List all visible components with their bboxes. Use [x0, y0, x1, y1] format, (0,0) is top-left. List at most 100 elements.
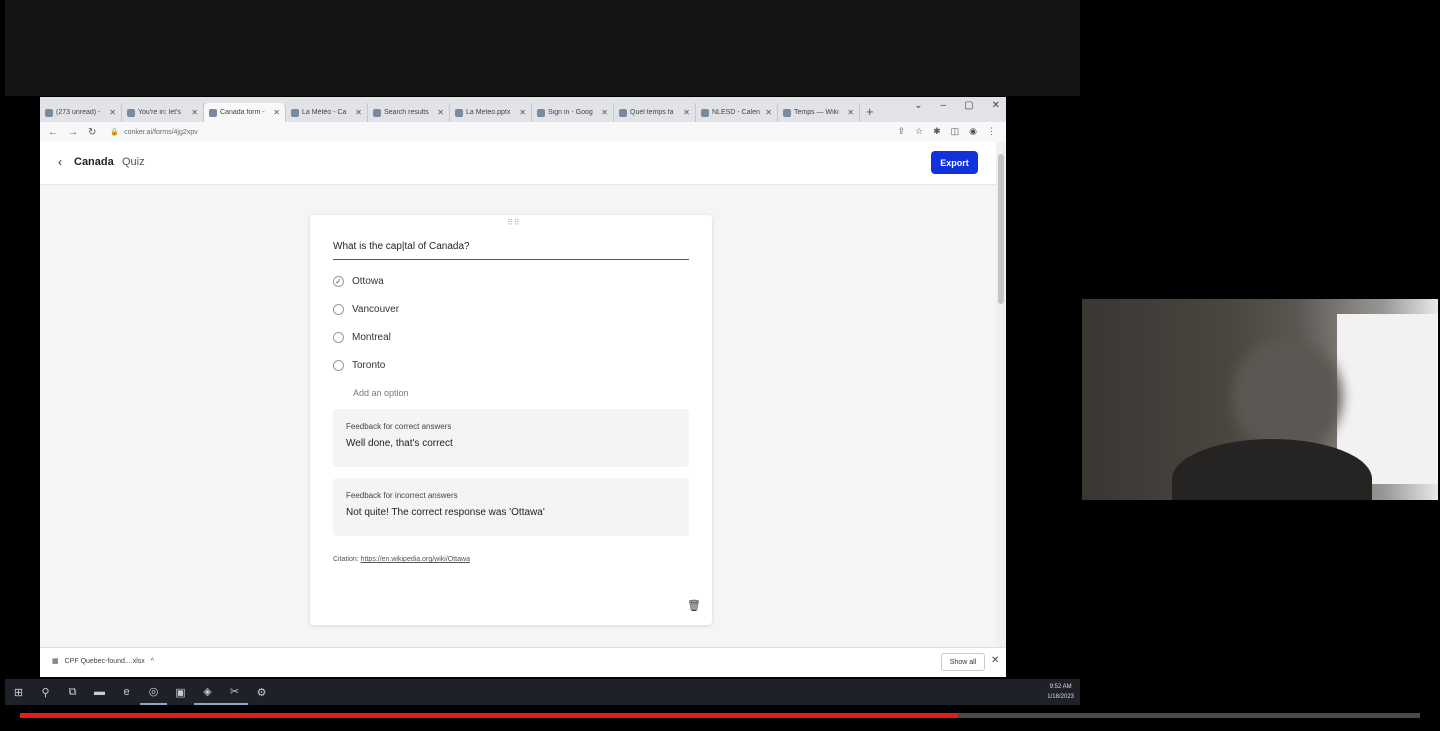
download-filename[interactable]: CPF Quebec-found....xlsx [65, 658, 145, 665]
question-card: ⠿⠿ What is the cap|tal of Canada? ✓ Otto… [310, 215, 712, 625]
tab-favicon-icon [537, 108, 545, 117]
chrome-icon[interactable]: ◎ [140, 679, 167, 705]
download-item[interactable]: ▦ CPF Quebec-found....xlsx ^ [52, 657, 154, 666]
extensions-icon[interactable]: ✱ [933, 126, 941, 137]
tab-close-icon[interactable]: ✕ [519, 108, 526, 117]
tab-close-icon[interactable]: ✕ [601, 108, 608, 117]
tab-favicon-icon [455, 108, 463, 117]
tab-strip: (273 unread) - ✕ You're in: let's ✕ Canada f… [40, 97, 1006, 122]
clock-date: 1/18/2023 [1047, 694, 1074, 700]
export-button[interactable]: Export [931, 151, 978, 174]
option-item[interactable]: Montreal [333, 332, 391, 343]
tab-favicon-icon [619, 108, 627, 117]
forward-arrow-icon[interactable]: → [68, 127, 78, 138]
close-window-button[interactable]: ✕ [992, 100, 1000, 111]
profile-avatar-icon[interactable]: ◉ [969, 126, 977, 137]
share-icon[interactable]: ⇪ [897, 126, 905, 137]
citation-label: Citation: [333, 556, 359, 563]
browser-tab[interactable]: NLESD - Calen ✕ [696, 103, 778, 122]
option-label[interactable]: Vancouver [352, 304, 399, 315]
new-tab-button[interactable]: + [866, 104, 874, 119]
tab-close-icon[interactable]: ✕ [683, 108, 690, 117]
settings-gear-icon[interactable]: ⚙ [248, 679, 275, 705]
close-icon[interactable]: ✕ [991, 655, 999, 666]
maximize-button[interactable]: ▢ [964, 100, 973, 111]
option-item[interactable]: ✓ Ottowa [333, 276, 384, 287]
option-label[interactable]: Ottowa [352, 276, 384, 287]
windows-start-icon[interactable]: ⊞ [5, 679, 32, 705]
tab-title: NLESD - Calen [712, 109, 760, 116]
browser-tab[interactable]: Canada form - ✕ [204, 103, 286, 122]
scrollbar-thumb[interactable] [998, 154, 1004, 304]
option-item[interactable]: Vancouver [333, 304, 399, 315]
add-option-link[interactable]: Add an option [353, 388, 409, 398]
tab-title: Search results [384, 109, 429, 116]
browser-tab[interactable]: You're in: let's ✕ [122, 103, 204, 122]
snipping-tool-icon[interactable]: ✂ [221, 679, 248, 705]
browser-tab[interactable]: Sign in - Goog ✕ [532, 103, 614, 122]
show-all-button[interactable]: Show all [941, 653, 985, 671]
radio-checked-icon[interactable]: ✓ [333, 276, 344, 287]
tab-close-icon[interactable]: ✕ [273, 108, 280, 117]
teams-icon[interactable]: ◈ [194, 679, 221, 705]
feedback-incorrect-field[interactable]: Feedback for incorrect answers Not quite… [333, 478, 689, 536]
browser-tab[interactable]: La Meteo.pptx ✕ [450, 103, 532, 122]
taskbar-clock[interactable]: 9:52 AM 1/18/2023 [1047, 682, 1074, 702]
search-icon[interactable]: ⚲ [32, 679, 59, 705]
tab-close-icon[interactable]: ✕ [847, 108, 854, 117]
drag-handle-icon[interactable]: ⠿⠿ [507, 218, 521, 227]
edge-icon[interactable]: e [113, 679, 140, 705]
menu-kebab-icon[interactable]: ⋮ [987, 126, 996, 137]
tab-title: You're in: let's [138, 109, 181, 116]
browser-tab[interactable]: (273 unread) - ✕ [40, 103, 122, 122]
page-subtitle: Quiz [122, 156, 145, 168]
question-input[interactable]: What is the cap|tal of Canada? [333, 241, 689, 260]
video-progress-bar[interactable] [20, 713, 1420, 718]
address-bar: ← → ↻ 🔒 conker.ai/forms/4jg2xpv ⇪ ☆ ✱ ◫ … [40, 122, 1006, 142]
feedback-incorrect-text[interactable]: Not quite! The correct response was 'Ott… [346, 507, 545, 518]
browser-tab[interactable]: Temps — Wiki ✕ [778, 103, 860, 122]
tab-favicon-icon [291, 108, 299, 117]
browser-window: (273 unread) - ✕ You're in: let's ✕ Canada f… [40, 97, 1006, 676]
top-black-bar [5, 0, 1080, 96]
option-label[interactable]: Toronto [352, 360, 385, 371]
reload-icon[interactable]: ↻ [88, 127, 96, 138]
feedback-correct-label: Feedback for correct answers [346, 422, 452, 431]
tab-close-icon[interactable]: ✕ [109, 108, 116, 117]
minimize-button[interactable]: – [941, 100, 947, 111]
download-bar: ▦ CPF Quebec-found....xlsx ^ Show all ✕ [40, 647, 1006, 677]
option-item[interactable]: Toronto [333, 360, 385, 371]
citation: Citation: https://en.wikipedia.org/wiki/… [333, 556, 470, 563]
tab-favicon-icon [209, 108, 217, 117]
zoom-icon[interactable]: ▣ [167, 679, 194, 705]
tab-close-icon[interactable]: ✕ [191, 108, 198, 117]
video-progress-fill [20, 713, 958, 718]
tab-close-icon[interactable]: ✕ [765, 108, 772, 117]
browser-tab[interactable]: Search results ✕ [368, 103, 450, 122]
file-explorer-icon[interactable]: ▬ [86, 679, 113, 705]
feedback-correct-text[interactable]: Well done, that's correct [346, 438, 453, 449]
url-field[interactable]: 🔒 conker.ai/forms/4jg2xpv [110, 128, 197, 137]
back-arrow-icon[interactable]: ← [48, 127, 58, 138]
radio-icon[interactable] [333, 360, 344, 371]
tab-close-icon[interactable]: ✕ [355, 108, 362, 117]
back-chevron-icon[interactable]: ‹ [58, 155, 62, 169]
tab-title: La Meteo.pptx [466, 109, 511, 116]
option-label[interactable]: Montreal [352, 332, 391, 343]
radio-icon[interactable] [333, 332, 344, 343]
trash-icon[interactable]: 🗑 [687, 599, 701, 612]
browser-tab[interactable]: Quel temps fa ✕ [614, 103, 696, 122]
sidebar-icon[interactable]: ◫ [951, 126, 960, 137]
citation-link[interactable]: https://en.wikipedia.org/wiki/Ottawa [361, 556, 470, 563]
feedback-correct-field[interactable]: Feedback for correct answers Well done, … [333, 409, 689, 467]
task-view-icon[interactable]: ⧉ [59, 679, 86, 705]
tab-search-icon[interactable]: ⌄ [914, 100, 922, 111]
page-scrollbar[interactable] [996, 142, 1006, 647]
chevron-up-icon[interactable]: ^ [151, 658, 154, 665]
browser-tab[interactable]: La Météo - Ca ✕ [286, 103, 368, 122]
bookmark-star-icon[interactable]: ☆ [915, 126, 923, 137]
tab-close-icon[interactable]: ✕ [437, 108, 444, 117]
page-title: Canada [74, 156, 114, 168]
tab-favicon-icon [373, 108, 381, 117]
radio-icon[interactable] [333, 304, 344, 315]
